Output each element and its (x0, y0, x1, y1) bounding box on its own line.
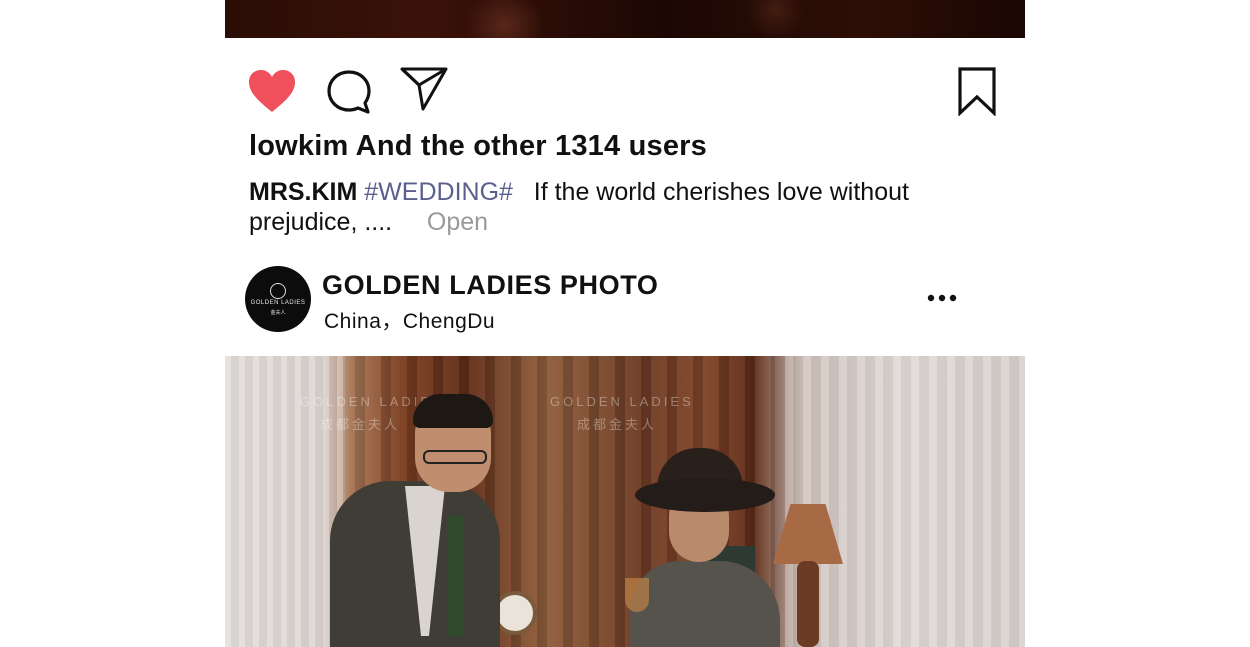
likes-count[interactable]: lowkim And the other 1314 users (249, 130, 707, 163)
lace-curtain-right (785, 356, 1025, 647)
photo-highlight (745, 0, 805, 38)
caption-hashtag[interactable]: #WEDDING# (364, 178, 513, 206)
brand-logo-icon (270, 283, 286, 299)
avatar[interactable]: GOLDEN LADIES 金夫人 (245, 266, 311, 332)
caption-author[interactable]: MRS.KIM (249, 178, 357, 206)
photo-watermark-sub: 成都金夫人 (577, 417, 658, 432)
photo-highlight (465, 0, 545, 38)
photo-watermark-sub: 成都金夫人 (320, 417, 401, 432)
lamp-base (797, 561, 819, 647)
account-location[interactable]: China，ChengDu (324, 305, 495, 335)
post-photo[interactable]: GOLDEN LADIES GOLDEN LADIES 成都金夫人 成都金夫人 (225, 356, 1025, 647)
photo-watermark: GOLDEN LADIES (550, 394, 694, 409)
post-caption: MRS.KIM #WEDDING# If the world cherishes… (249, 177, 949, 237)
send-icon[interactable] (399, 66, 449, 112)
previous-post-photo[interactable] (225, 0, 1025, 38)
man-hair (413, 394, 493, 428)
wine-glass (625, 578, 649, 612)
post-column: lowkim And the other 1314 users MRS.KIM … (225, 0, 1025, 647)
comment-icon[interactable] (325, 68, 373, 116)
caption-open-link[interactable]: Open (427, 208, 488, 236)
man-tie (447, 516, 463, 636)
account-name[interactable]: GOLDEN LADIES PHOTO (322, 270, 658, 301)
woman-fur-stole (630, 561, 780, 647)
post-header: GOLDEN LADIES 金夫人 GOLDEN LADIES PHOTO Ch… (225, 264, 1025, 336)
avatar-logo-subtext: 金夫人 (270, 310, 286, 316)
bookmark-icon[interactable] (957, 66, 997, 116)
man-glasses (423, 450, 487, 464)
woman-hat-brim (635, 478, 775, 512)
post-action-bar (225, 62, 1025, 118)
heart-icon[interactable] (247, 68, 297, 114)
avatar-logo-text: GOLDEN LADIES (250, 300, 306, 306)
more-icon[interactable] (927, 292, 957, 304)
